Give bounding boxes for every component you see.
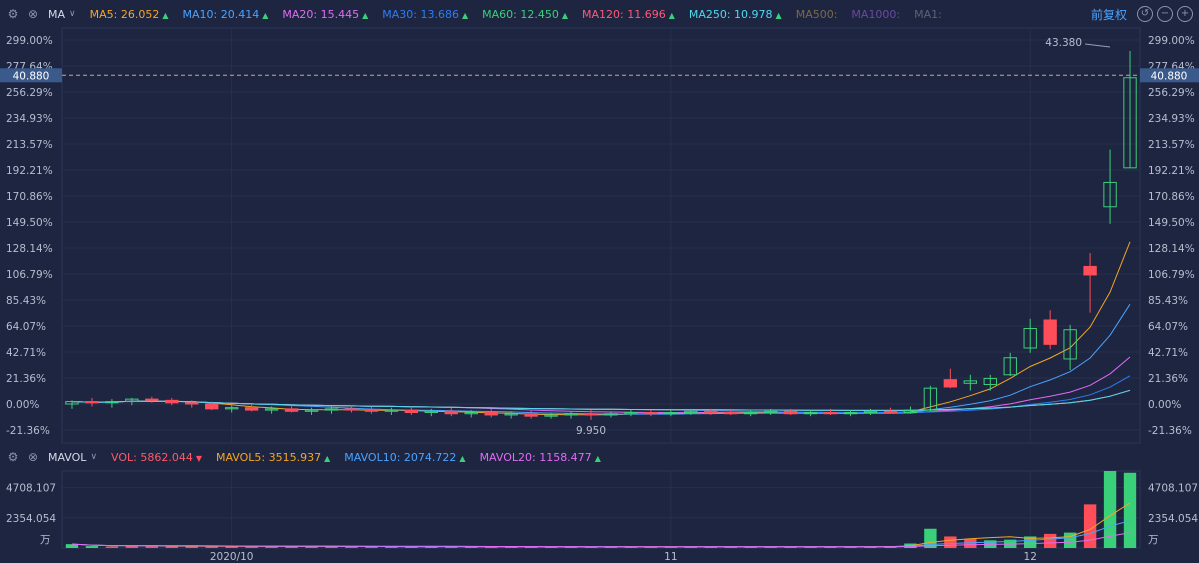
x-tick-label: 2020/10 bbox=[210, 551, 254, 563]
y-tick-right: 106.79% bbox=[1148, 269, 1195, 281]
y-tick-left: 256.29% bbox=[6, 87, 53, 99]
kline-chart[interactable]: 299.00% 299.00%277.64% 277.64%256.29% 256.2… bbox=[0, 0, 1199, 563]
y-tick-right: 0.00% bbox=[1148, 399, 1181, 411]
current-price-label-left: 40.880 bbox=[13, 70, 50, 82]
x-tick-label: 12 bbox=[1024, 551, 1037, 563]
mavol10-line bbox=[71, 520, 1131, 548]
candle-body bbox=[244, 407, 259, 411]
candle-body bbox=[444, 410, 458, 415]
y-tick-left: 42.71% bbox=[6, 347, 46, 359]
current-price-label-right: 40.880 bbox=[1151, 70, 1188, 82]
candle-body bbox=[165, 399, 179, 404]
high-price-annotation: 43.380 bbox=[1045, 37, 1082, 49]
y-tick-left: 234.93% bbox=[6, 113, 53, 125]
y-tick-right: 256.29% bbox=[1148, 87, 1195, 99]
y-tick-left: 85.43% bbox=[6, 295, 46, 307]
volume-bar bbox=[944, 536, 957, 548]
candle-body bbox=[344, 408, 359, 411]
candle-body bbox=[524, 413, 538, 417]
y-tick-right: 299.00% bbox=[1148, 35, 1195, 47]
vol-unit-right: 万 bbox=[1148, 534, 1159, 546]
candle-body bbox=[145, 398, 159, 401]
y-tick-left: 106.79% bbox=[6, 269, 53, 281]
volume-bar bbox=[1043, 533, 1057, 548]
vol-y-tick-right: 4708.107 bbox=[1148, 483, 1198, 495]
volume-bar bbox=[205, 546, 218, 548]
y-tick-right: 170.86% bbox=[1148, 191, 1195, 203]
y-tick-right: 64.07% bbox=[1148, 321, 1188, 333]
volume-bar bbox=[1123, 472, 1137, 548]
volume-bar bbox=[145, 546, 159, 548]
volume-bar bbox=[85, 546, 99, 548]
high-annotation-leader bbox=[1084, 43, 1111, 48]
y-tick-left: 21.36% bbox=[6, 373, 46, 385]
volume-bar bbox=[964, 539, 977, 548]
volume-panel-frame bbox=[61, 470, 1141, 549]
low-price-annotation: 9.950 bbox=[576, 425, 606, 437]
x-tick-label: 11 bbox=[664, 551, 677, 563]
candle-body bbox=[484, 412, 498, 416]
candle-body bbox=[404, 409, 419, 414]
candle-body bbox=[883, 410, 898, 414]
candle-body bbox=[584, 413, 598, 416]
y-tick-right: 149.50% bbox=[1148, 217, 1195, 229]
volume-bar bbox=[245, 546, 258, 548]
candle-body bbox=[644, 412, 658, 415]
candle-body bbox=[943, 379, 958, 388]
y-tick-left: -21.36% bbox=[6, 425, 50, 437]
candle-body bbox=[185, 402, 199, 405]
y-tick-right: 21.36% bbox=[1148, 373, 1188, 385]
candle-body bbox=[284, 408, 299, 412]
main-panel-frame bbox=[61, 27, 1141, 444]
y-tick-left: 299.00% bbox=[6, 35, 53, 47]
vol-y-tick-left: 2354.054 bbox=[6, 513, 56, 525]
candle-body bbox=[823, 412, 838, 415]
y-tick-right: 213.57% bbox=[1148, 139, 1195, 151]
y-tick-right: 85.43% bbox=[1148, 295, 1188, 307]
volume-bar bbox=[125, 545, 139, 548]
candle-body bbox=[85, 401, 99, 404]
candle-body bbox=[1083, 265, 1097, 276]
candle-body bbox=[704, 410, 718, 414]
volume-bar bbox=[105, 546, 119, 548]
vol-y-tick-left: 4708.107 bbox=[6, 483, 56, 495]
y-tick-left: 192.21% bbox=[6, 165, 53, 177]
y-tick-left: 149.50% bbox=[6, 217, 53, 229]
y-tick-left: 213.57% bbox=[6, 139, 53, 151]
vol-unit-left: 万 bbox=[40, 534, 51, 546]
candle-body bbox=[783, 410, 798, 415]
candle-body bbox=[1043, 319, 1057, 345]
y-tick-left: 0.00% bbox=[6, 399, 39, 411]
candle-body bbox=[724, 412, 738, 415]
y-tick-right: 192.21% bbox=[1148, 165, 1195, 177]
y-tick-right: -21.36% bbox=[1148, 425, 1192, 437]
y-tick-left: 64.07% bbox=[6, 321, 46, 333]
y-tick-left: 170.86% bbox=[6, 191, 53, 203]
candle-body bbox=[205, 403, 219, 410]
y-tick-left: 128.14% bbox=[6, 243, 53, 255]
candle-body bbox=[364, 409, 379, 412]
ma5-line bbox=[71, 241, 1131, 416]
y-tick-right: 42.71% bbox=[1148, 347, 1188, 359]
y-tick-right: 234.93% bbox=[1148, 113, 1195, 125]
vol-y-tick-right: 2354.054 bbox=[1148, 513, 1198, 525]
y-tick-right: 128.14% bbox=[1148, 243, 1195, 255]
ma10-line bbox=[71, 303, 1131, 415]
